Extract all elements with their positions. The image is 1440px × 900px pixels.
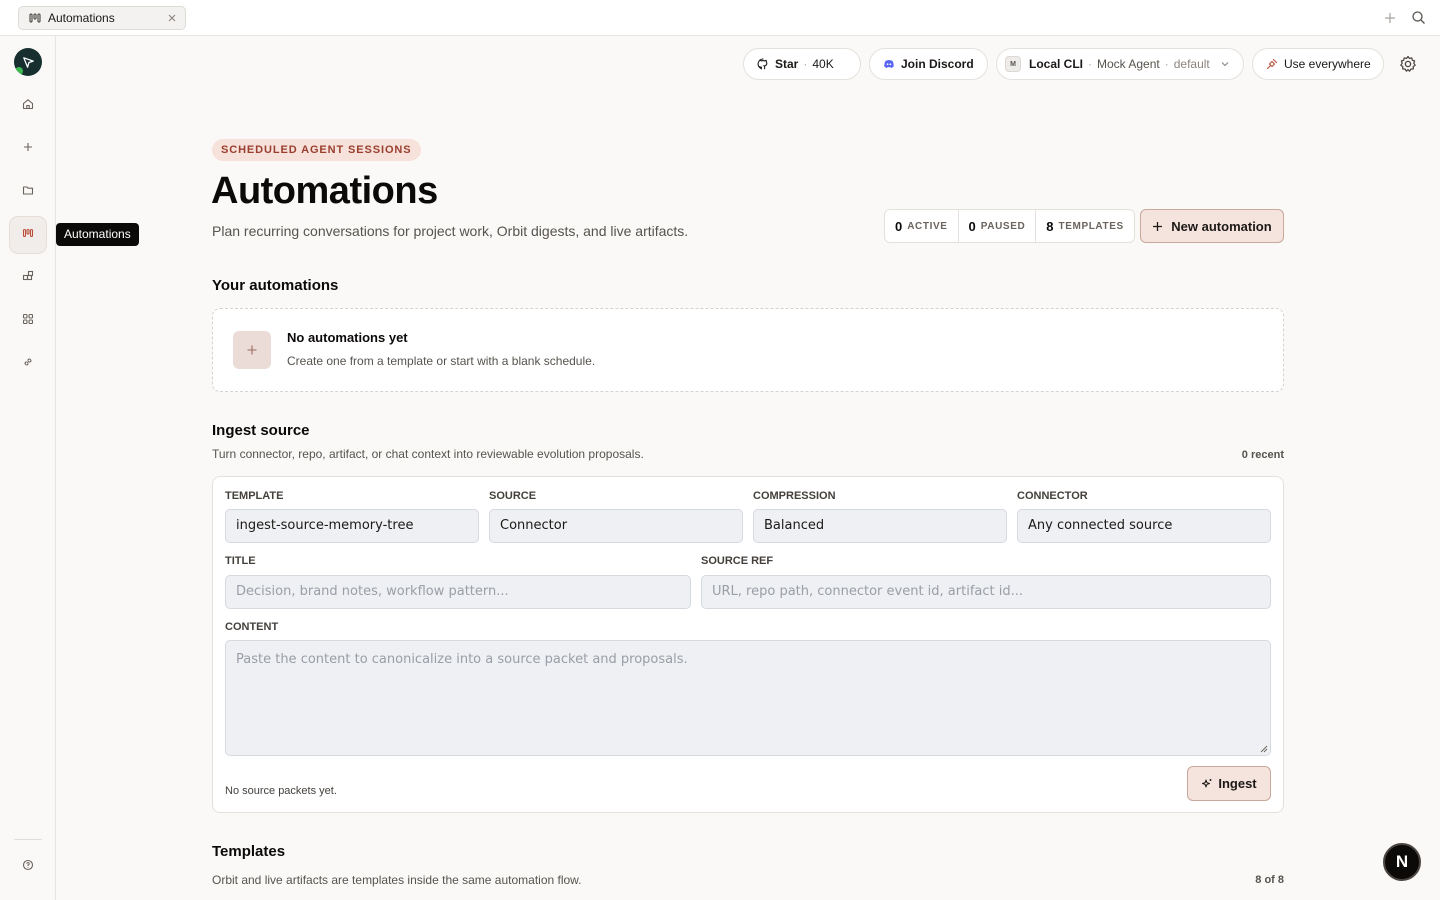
tab-automations[interactable]: Automations xyxy=(18,6,186,30)
eyebrow-badge: SCHEDULED AGENT SESSIONS xyxy=(212,139,421,161)
join-discord-button[interactable]: Join Discord xyxy=(869,48,988,80)
automations-icon xyxy=(22,226,34,244)
home-icon xyxy=(22,97,34,115)
ingest-button[interactable]: Ingest xyxy=(1187,766,1271,801)
recent-count: 0 recent xyxy=(1241,449,1284,461)
stat-active: 0 ACTIVE xyxy=(885,210,959,242)
sidebar xyxy=(0,36,56,900)
connector-select[interactable]: Any connected source xyxy=(1017,509,1271,543)
separator-dot: · xyxy=(1164,57,1169,71)
use-everywhere-button[interactable]: Use everywhere xyxy=(1252,48,1384,80)
ingest-heading: Ingest source xyxy=(212,422,310,439)
empty-title: No automations yet xyxy=(287,330,408,345)
cli-badge-icon: M xyxy=(1005,56,1021,72)
help-icon xyxy=(22,858,34,876)
ingest-form: TEMPLATE ingest-source-memory-tree SOURC… xyxy=(212,476,1284,813)
folder-icon xyxy=(22,183,34,201)
stat-label: PAUSED xyxy=(980,220,1026,232)
sidebar-item-links[interactable] xyxy=(9,345,47,383)
ingest-subtitle: Turn connector, repo, artifact, or chat … xyxy=(212,447,644,461)
page-title: Automations xyxy=(211,170,438,212)
add-automation-icon[interactable] xyxy=(233,331,271,369)
template-label: TEMPLATE xyxy=(225,490,284,502)
github-star-button[interactable]: Star · 40K xyxy=(743,48,861,80)
stat-label: TEMPLATES xyxy=(1058,220,1124,232)
cli-label: Local CLI xyxy=(1029,57,1084,71)
assistant-launcher-button[interactable]: N xyxy=(1383,843,1421,881)
compression-select[interactable]: Balanced xyxy=(753,509,1007,543)
templates-heading: Templates xyxy=(212,843,286,860)
discord-label: Join Discord xyxy=(901,57,974,71)
source-packets-status: No source packets yet. xyxy=(225,785,337,797)
sidebar-item-help[interactable] xyxy=(9,848,47,886)
link-icon xyxy=(22,355,34,373)
stat-label: ACTIVE xyxy=(907,220,948,232)
page-subtitle: Plan recurring conversations for project… xyxy=(212,223,689,239)
automations-icon xyxy=(29,12,41,24)
star-count: 40K xyxy=(812,57,834,71)
sidebar-divider xyxy=(14,839,42,840)
tab-label: Automations xyxy=(48,11,115,25)
content-label: CONTENT xyxy=(225,621,279,633)
sidebar-tooltip: Automations xyxy=(56,223,139,246)
separator-dot: · xyxy=(1088,57,1093,71)
stat-paused: 0 PAUSED xyxy=(959,210,1037,242)
empty-subtitle: Create one from a template or start with… xyxy=(287,354,596,368)
separator-dot: · xyxy=(803,57,808,71)
chevron-down-icon xyxy=(1220,59,1230,69)
plus-icon xyxy=(1152,221,1163,232)
stat-value: 0 xyxy=(968,218,976,234)
stat-templates: 8 TEMPLATES xyxy=(1036,210,1133,242)
sparkle-icon xyxy=(1201,778,1213,790)
sidebar-item-home[interactable] xyxy=(9,87,47,125)
resize-handle-icon[interactable] xyxy=(1260,745,1268,753)
empty-state: No automations yet Create one from a tem… xyxy=(212,308,1284,392)
star-label: Star xyxy=(775,57,799,71)
plus-icon xyxy=(22,140,34,158)
source-label: SOURCE xyxy=(489,490,537,502)
title-label: TITLE xyxy=(225,555,256,567)
content-textarea[interactable]: Paste the content to canonicalize into a… xyxy=(225,640,1271,756)
agent-label: Mock Agent xyxy=(1097,57,1160,71)
plugins-icon xyxy=(22,269,34,287)
stat-value: 8 xyxy=(1046,218,1054,234)
compression-label: COMPRESSION xyxy=(753,490,836,502)
template-select[interactable]: ingest-source-memory-tree xyxy=(225,509,479,543)
sidebar-item-new[interactable] xyxy=(9,130,47,168)
plug-icon xyxy=(1266,58,1278,70)
app-logo[interactable] xyxy=(14,48,42,76)
gear-icon[interactable] xyxy=(1398,54,1418,74)
connector-label: CONNECTOR xyxy=(1017,490,1088,502)
agent-selector[interactable]: M Local CLI · Mock Agent · default xyxy=(996,48,1244,80)
stat-value: 0 xyxy=(895,218,903,234)
title-input[interactable]: Decision, brand notes, workflow pattern.… xyxy=(225,575,691,609)
stats-group: 0 ACTIVE 0 PAUSED 8 TEMPLATES xyxy=(884,209,1135,243)
source-ref-input[interactable]: URL, repo path, connector event id, arti… xyxy=(701,575,1271,609)
templates-count: 8 of 8 xyxy=(1255,874,1284,886)
templates-subtitle: Orbit and live artifacts are templates i… xyxy=(212,873,582,887)
sidebar-item-plugins[interactable] xyxy=(9,259,47,297)
search-icon[interactable] xyxy=(1411,10,1426,25)
sidebar-item-projects[interactable] xyxy=(9,173,47,211)
profile-label: default xyxy=(1173,57,1210,71)
content-placeholder: Paste the content to canonicalize into a… xyxy=(236,652,688,667)
tab-bar: Automations xyxy=(0,0,1440,36)
status-dot xyxy=(15,67,23,75)
your-automations-heading: Your automations xyxy=(212,277,339,294)
use-everywhere-label: Use everywhere xyxy=(1284,57,1371,71)
new-tab-plus-icon[interactable] xyxy=(1383,11,1397,25)
discord-icon xyxy=(883,58,895,70)
source-ref-label: SOURCE REF xyxy=(701,555,774,567)
new-automation-button[interactable]: New automation xyxy=(1140,209,1284,243)
github-icon xyxy=(757,58,769,70)
apps-grid-icon xyxy=(22,312,34,330)
source-select[interactable]: Connector xyxy=(489,509,743,543)
close-icon[interactable] xyxy=(167,13,177,23)
sidebar-item-automations[interactable] xyxy=(9,216,47,254)
ingest-label: Ingest xyxy=(1218,776,1257,791)
sidebar-item-apps[interactable] xyxy=(9,302,47,340)
new-automation-label: New automation xyxy=(1171,218,1272,234)
